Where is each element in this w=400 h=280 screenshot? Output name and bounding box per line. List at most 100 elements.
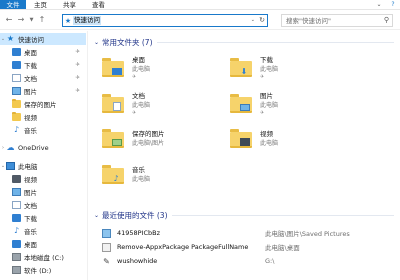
sidebar-item-music-qa[interactable]: ♪ 音乐 [0,124,86,136]
music-icon: ♪ [13,226,20,235]
sidebar-item-pc-downloads[interactable]: 下载 [0,212,86,224]
refresh-icon[interactable]: ↻ [259,15,265,26]
section-divider [171,214,394,216]
pin-icon: ✈ [132,110,137,116]
pin-icon: ✈ [75,62,80,68]
help-icon[interactable]: ? [386,0,400,9]
documents-icon [12,74,21,82]
star-icon: ★ [6,34,15,43]
search-input[interactable] [286,16,378,25]
downloads-folder-icon: ⬇ [230,58,254,78]
sidebar-item-label: 音乐 [24,127,37,135]
recent-file-row[interactable]: 41958PICbBz 此电脑\图片\Saved Pictures [102,227,398,239]
folder-tile-music[interactable]: ♪ 音乐 此电脑 [102,160,222,190]
sidebar-item-label: 图片 [24,189,37,197]
sidebar-item-label: 软件 (D:) [24,267,52,275]
folder-name: 视频 [260,130,273,138]
folder-tile-documents[interactable]: 文档 此电脑 ✈ [102,89,222,119]
tab-view[interactable]: 查看 [84,0,113,9]
sidebar-item-downloads[interactable]: 下载 ✈ [0,59,86,71]
tab-file[interactable]: 文件 [0,0,26,9]
sidebar-item-drive-d[interactable]: 软件 (D:) [0,264,86,276]
tab-home[interactable]: 主页 [26,0,55,9]
desktop-icon [12,48,21,56]
folder-tile-pictures[interactable]: 图片 此电脑 ✈ [230,89,350,119]
recent-locations-chevron-icon[interactable]: ▼ [28,13,35,27]
sidebar-item-pc-videos[interactable]: 视频 [0,173,86,185]
download-icon [12,61,21,69]
music-folder-icon: ♪ [102,165,126,185]
sidebar-item-documents[interactable]: 文档 ✈ [0,72,86,84]
sidebar-item-label: 桌面 [24,49,37,57]
address-bar[interactable]: ★ 快速访问 ⌄ ↻ [62,14,268,27]
sidebar-item-saved-pictures[interactable]: 保存的图片 [0,98,86,110]
up-arrow-icon[interactable]: ↑ [37,13,47,27]
sidebar-item-label: 视频 [24,114,37,122]
folder-tile-videos[interactable]: 视频 此电脑 [230,124,350,154]
sidebar-item-videos-qa[interactable]: 视频 [0,111,86,123]
sidebar-item-pc-music[interactable]: ♪ 音乐 [0,225,86,237]
folder-location: 此电脑 [260,66,279,73]
sidebar-item-onedrive[interactable]: › ☁ OneDrive [0,142,86,154]
sidebar-item-pc-pictures[interactable]: 图片 [0,186,86,198]
chevron-down-icon[interactable]: ⌄ [94,39,102,46]
chevron-down-icon[interactable]: ⌄ [372,0,386,9]
search-icon[interactable]: ⚲ [384,16,389,24]
folder-tile-downloads[interactable]: ⬇ 下载 此电脑 ✈ [230,53,350,83]
sidebar-item-label: 图片 [24,88,37,96]
sidebar-item-label: 保存的图片 [24,101,57,109]
file-name: wushowhide [117,257,158,265]
folder-name: 音乐 [132,166,145,174]
sidebar-item-pictures[interactable]: 图片 ✈ [0,85,86,97]
tab-share[interactable]: 共享 [55,0,84,9]
desktop-icon [12,240,21,248]
address-path[interactable]: 快速访问 [73,16,101,25]
recent-file-row[interactable]: ✎ wushowhide G:\ [102,255,398,267]
sidebar-item-label: 音乐 [24,228,37,236]
sidebar-item-label: OneDrive [18,144,49,152]
onedrive-icon: ☁ [6,143,15,152]
address-dropdown-icon[interactable]: ⌄ [251,15,255,26]
frequent-folders-header[interactable]: ⌄ 常用文件夹 (7) [94,36,394,48]
sidebar-item-desktop[interactable]: 桌面 ✈ [0,46,86,58]
sidebar-item-label: 快速访问 [18,36,44,44]
videos-icon [12,175,21,183]
search-box[interactable]: ⚲ [281,14,393,27]
forward-arrow-icon[interactable]: → [16,13,26,27]
sidebar-item-drive-c[interactable]: 本地磁盘 (C:) [0,251,86,263]
computer-icon [6,162,15,170]
folder-icon [12,112,21,121]
tool-file-icon: ✎ [103,256,110,266]
navigation-pane: ⌄ ★ 快速访问 桌面 ✈ 下载 ✈ 文档 ✈ 图片 ✈ 保存的图片 视频 ♪ … [0,31,88,280]
sidebar-item-this-pc[interactable]: ⌄ 此电脑 [0,160,86,172]
sidebar-item-label: 桌面 [24,241,37,249]
sidebar-item-label: 文档 [24,202,37,210]
folder-name: 图片 [260,92,273,100]
folder-name: 文档 [132,92,145,100]
section-title: 最近使用的文件 (3) [102,210,168,220]
folder-tile-saved-pictures[interactable]: 保存的图片 此电脑\图片 [102,124,222,154]
sidebar-item-label: 下载 [24,215,37,223]
sidebar-item-label: 文档 [24,75,37,83]
pin-icon: ✈ [75,49,80,55]
pictures-folder-icon [230,94,254,114]
chevron-down-icon[interactable]: ⌄ [94,212,102,219]
quick-access-star-icon: ★ [64,16,72,25]
file-path: 此电脑\图片\Saved Pictures [265,230,350,238]
image-file-icon [102,228,111,238]
folder-location: 此电脑 [132,102,151,109]
sidebar-item-quick-access[interactable]: ⌄ ★ 快速访问 [0,33,86,45]
folder-tile-desktop[interactable]: 桌面 此电脑 ✈ [102,53,222,83]
pictures-icon [12,188,21,196]
section-title: 常用文件夹 (7) [102,37,153,47]
documents-icon [12,201,21,209]
back-arrow-icon[interactable]: ← [4,13,14,27]
sidebar-item-pc-desktop[interactable]: 桌面 [0,238,86,250]
sidebar-item-pc-documents[interactable]: 文档 [0,199,86,211]
recent-files-header[interactable]: ⌄ 最近使用的文件 (3) [94,209,394,221]
folder-name: 下载 [260,56,273,64]
pin-icon: ✈ [75,75,80,81]
folder-name: 保存的图片 [132,130,165,138]
recent-file-row[interactable]: Remove-AppxPackage PackageFullName 此电脑\桌… [102,241,398,253]
sidebar-item-label: 此电脑 [18,163,38,171]
